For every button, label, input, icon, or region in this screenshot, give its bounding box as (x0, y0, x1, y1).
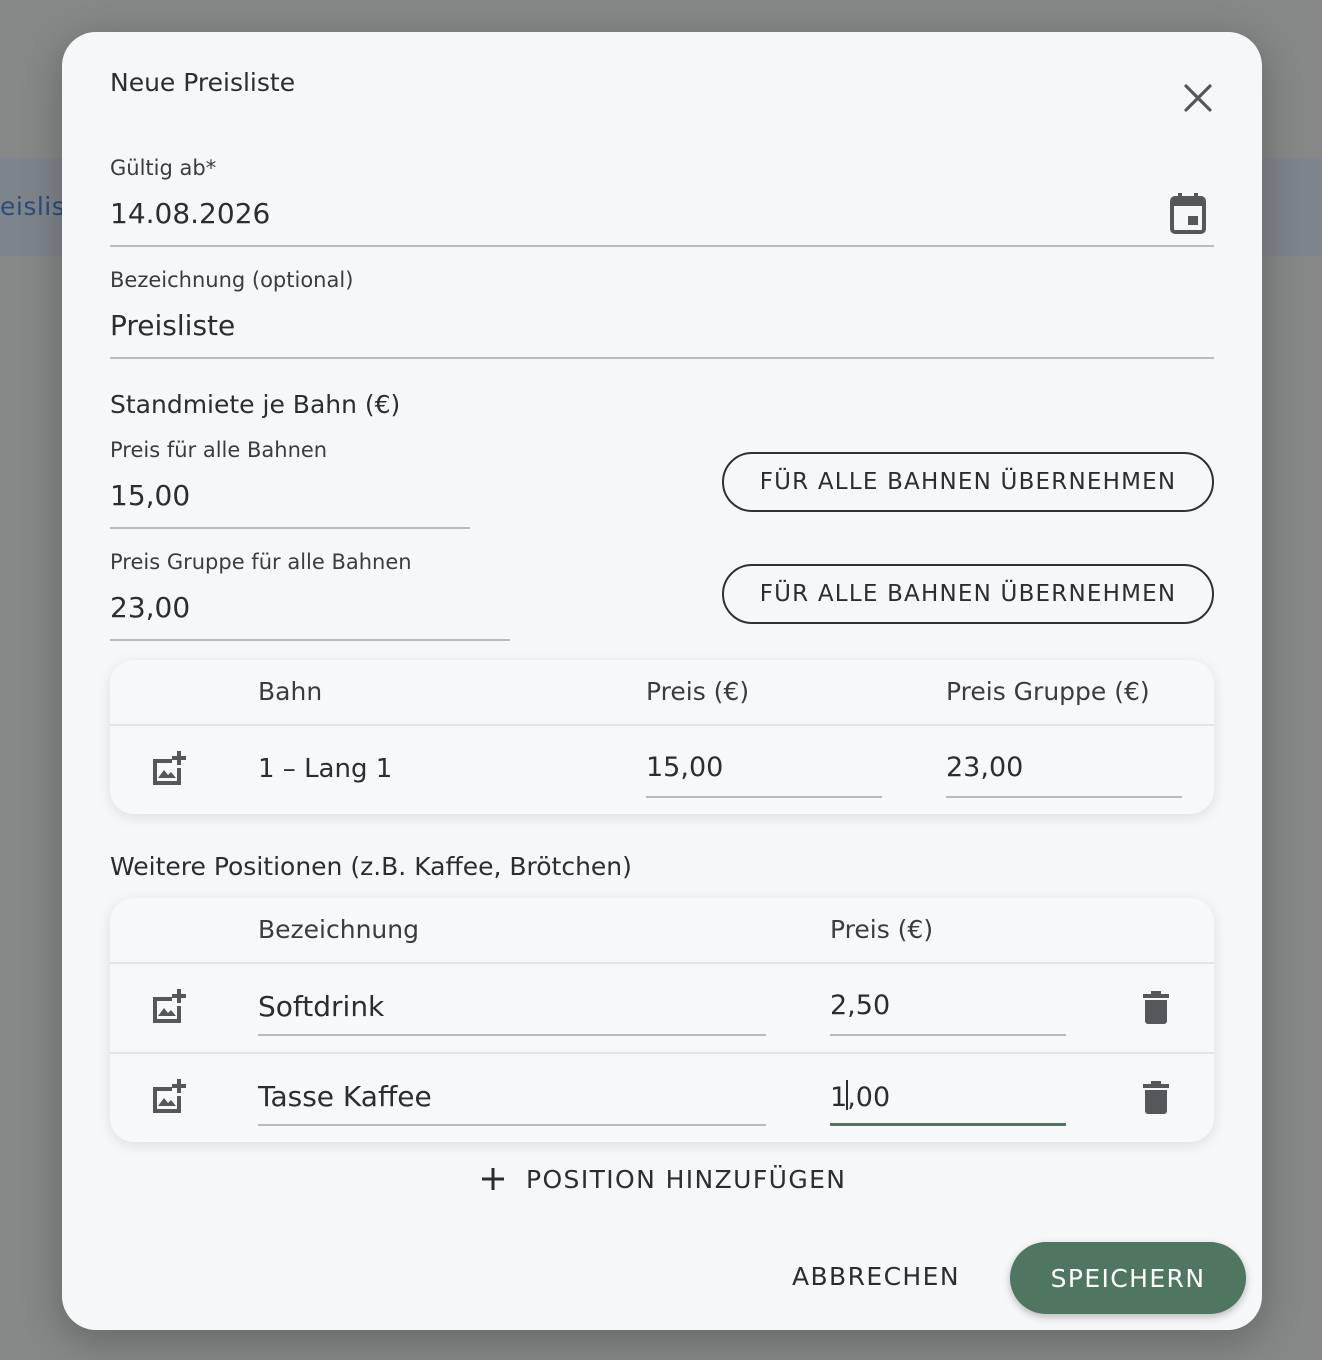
apply-group-price-all-button[interactable]: FÜR ALLE BAHNEN ÜBERNEHMEN (722, 564, 1214, 624)
positions-section-title: Weitere Positionen (z.B. Kaffee, Brötche… (110, 852, 632, 881)
table-row: 1 – Lang 1 15,00 23,00 (110, 726, 1214, 814)
add-position-label: POSITION HINZUFÜGEN (526, 1164, 847, 1194)
calendar-button[interactable] (1168, 192, 1212, 236)
plus-icon (482, 1168, 504, 1190)
lanes-header-lane: Bahn (258, 677, 323, 706)
add-photo-icon (153, 751, 186, 785)
add-image-button[interactable] (148, 986, 188, 1026)
lane-name: 1 – Lang 1 (258, 754, 393, 784)
add-photo-icon (153, 989, 186, 1023)
valid-from-label: Gültig ab* (110, 156, 217, 180)
price-text-after-caret: ,00 (847, 1082, 891, 1113)
position-price-underline (830, 1034, 1066, 1036)
backdrop-partial-text: eislis (0, 192, 66, 221)
cancel-button[interactable]: ABBRECHEN (792, 1258, 960, 1294)
position-price-input-focused[interactable]: 1,00 (830, 1080, 890, 1113)
add-image-button[interactable] (148, 748, 188, 788)
group-price-all-input[interactable]: 23,00 (110, 591, 190, 624)
trash-icon (1143, 991, 1169, 1024)
delete-position-button[interactable] (1136, 988, 1176, 1028)
lane-group-price-underline (946, 796, 1182, 798)
calendar-icon (1170, 193, 1206, 234)
position-name-input[interactable]: Tasse Kaffee (258, 1080, 432, 1113)
stand-rent-section-title: Standmiete je Bahn (€) (110, 390, 401, 419)
designation-label: Bezeichnung (optional) (110, 268, 354, 292)
table-row: Softdrink 2,50 (110, 964, 1214, 1052)
close-button[interactable] (1170, 76, 1226, 120)
position-name-input[interactable]: Softdrink (258, 990, 384, 1023)
group-price-all-label: Preis Gruppe für alle Bahnen (110, 550, 412, 574)
position-price-input[interactable]: 2,50 (830, 990, 890, 1021)
positions-table: Bezeichnung Preis (€) Softdrink 2,50 Tas… (110, 898, 1214, 1142)
designation-underline (110, 357, 1214, 359)
price-all-input[interactable]: 15,00 (110, 479, 190, 512)
positions-header-name: Bezeichnung (258, 915, 419, 944)
lane-price-underline (646, 796, 882, 798)
new-price-list-dialog: Neue Preisliste Gültig ab* 14.08.2026 Be… (62, 32, 1262, 1330)
close-icon (1184, 84, 1212, 112)
valid-from-input[interactable]: 14.08.2026 (110, 197, 270, 230)
position-name-underline (258, 1124, 766, 1126)
table-row: Tasse Kaffee 1,00 (110, 1054, 1214, 1142)
add-position-button[interactable]: POSITION HINZUFÜGEN (480, 1162, 846, 1196)
dialog-title: Neue Preisliste (110, 68, 296, 97)
positions-header-price: Preis (€) (830, 915, 934, 944)
designation-input[interactable]: Preisliste (110, 309, 235, 342)
lane-group-price-input[interactable]: 23,00 (946, 752, 1023, 783)
group-price-all-underline (110, 639, 510, 641)
apply-price-all-button[interactable]: FÜR ALLE BAHNEN ÜBERNEHMEN (722, 452, 1214, 512)
position-price-underline-focused (830, 1123, 1066, 1126)
position-name-underline (258, 1034, 766, 1036)
lanes-table: Bahn Preis (€) Preis Gruppe (€) 1 – Lang… (110, 660, 1214, 814)
price-all-label: Preis für alle Bahnen (110, 438, 328, 462)
lane-price-input[interactable]: 15,00 (646, 752, 723, 783)
price-all-underline (110, 527, 470, 529)
lanes-header-group-price: Preis Gruppe (€) (946, 677, 1150, 706)
save-button[interactable]: SPEICHERN (1010, 1242, 1246, 1314)
lanes-header-price: Preis (€) (646, 677, 750, 706)
price-text-before-caret: 1 (830, 1082, 848, 1113)
valid-from-underline (110, 245, 1214, 247)
delete-position-button[interactable] (1136, 1078, 1176, 1118)
trash-icon (1143, 1081, 1169, 1114)
add-photo-icon (153, 1079, 186, 1113)
add-image-button[interactable] (148, 1076, 188, 1116)
